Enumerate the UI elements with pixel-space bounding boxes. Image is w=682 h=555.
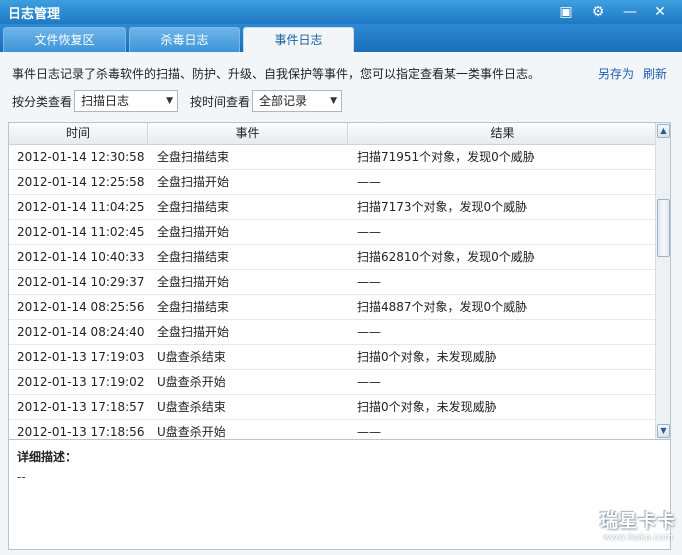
cell-result: —— bbox=[357, 175, 381, 189]
detail-pane: 详细描述： -- bbox=[8, 440, 671, 550]
time-select[interactable]: 全部记录 ▼ bbox=[252, 90, 342, 112]
cell-event: 全盘扫描开始 bbox=[157, 275, 230, 289]
cell-time: 2012-01-13 17:18:56 bbox=[17, 425, 145, 439]
table-row[interactable]: 2012-01-14 10:40:33 全盘扫描结束 扫描62810个对象，发现0个… bbox=[9, 245, 657, 270]
event-table: 时间 事件 结果 2012-01-14 12:30:58 全盘扫描结束 扫描7195… bbox=[8, 122, 671, 440]
minimize-button[interactable]: — bbox=[620, 2, 640, 22]
cell-event: 全盘扫描开始 bbox=[157, 175, 230, 189]
tab-antivirus-log[interactable]: 杀毒日志 bbox=[129, 27, 240, 52]
scroll-thumb[interactable] bbox=[657, 199, 670, 257]
table-row[interactable]: 2012-01-14 08:24:40 全盘扫描开始 —— bbox=[9, 320, 657, 345]
detail-value: -- bbox=[17, 470, 26, 484]
tab-bar: 文件恢复区 杀毒日志 事件日志 bbox=[0, 24, 682, 52]
detail-label: 详细描述： bbox=[17, 450, 78, 464]
cell-time: 2012-01-14 12:30:58 bbox=[17, 150, 145, 164]
cell-event: 全盘扫描开始 bbox=[157, 325, 230, 339]
cell-result: 扫描0个对象，未发现威胁 bbox=[357, 350, 497, 364]
cell-time: 2012-01-14 10:29:37 bbox=[17, 275, 145, 289]
table-row[interactable]: 2012-01-14 12:30:58 全盘扫描结束 扫描71951个对象，发现0个… bbox=[9, 145, 657, 170]
watermark-url: www.ikaka.com bbox=[603, 533, 673, 543]
cell-event: 全盘扫描结束 bbox=[157, 200, 230, 214]
window-title: 日志管理 bbox=[8, 7, 61, 22]
close-button[interactable]: ✕ bbox=[650, 2, 670, 22]
cell-result: 扫描0个对象，未发现威胁 bbox=[357, 400, 497, 414]
tab-file-recovery[interactable]: 文件恢复区 bbox=[3, 27, 126, 52]
cell-result: —— bbox=[357, 225, 381, 239]
table-header: 时间 事件 结果 bbox=[9, 123, 657, 145]
table-row[interactable]: 2012-01-14 11:02:45 全盘扫描开始 —— bbox=[9, 220, 657, 245]
title-bar: 日志管理 ▣ ⚙ — ✕ bbox=[0, 0, 682, 24]
scroll-down-icon[interactable]: ▼ bbox=[657, 424, 670, 438]
cell-event: 全盘扫描结束 bbox=[157, 250, 230, 264]
category-select[interactable]: 扫描日志 ▼ bbox=[74, 90, 178, 112]
time-select-value: 全部记录 bbox=[259, 94, 308, 108]
cell-event: 全盘扫描结束 bbox=[157, 300, 230, 314]
cell-time: 2012-01-14 11:02:45 bbox=[17, 225, 145, 239]
column-header-result[interactable]: 结果 bbox=[348, 123, 657, 145]
watermark-logo: 瑞星卡卡 www.ikaka.com bbox=[600, 507, 676, 543]
cell-time: 2012-01-14 11:04:25 bbox=[17, 200, 145, 214]
category-select-value: 扫描日志 bbox=[81, 94, 130, 108]
category-filter-label: 按分类查看 bbox=[12, 95, 73, 109]
cell-event: U盘查杀开始 bbox=[157, 375, 226, 389]
time-filter-label: 按时间查看 bbox=[190, 95, 251, 109]
cell-result: 扫描4887个对象，发现0个威胁 bbox=[357, 300, 528, 314]
chevron-down-icon: ▼ bbox=[166, 96, 173, 106]
cell-event: 全盘扫描开始 bbox=[157, 225, 230, 239]
cell-event: U盘查杀开始 bbox=[157, 425, 226, 439]
cell-result: 扫描7173个对象，发现0个威胁 bbox=[357, 200, 528, 214]
cell-time: 2012-01-14 08:24:40 bbox=[17, 325, 145, 339]
cell-time: 2012-01-13 17:19:02 bbox=[17, 375, 145, 389]
watermark-title: 瑞星卡卡 bbox=[600, 511, 676, 532]
cell-result: 扫描62810个对象，发现0个威胁 bbox=[357, 250, 535, 264]
cell-time: 2012-01-14 12:25:58 bbox=[17, 175, 145, 189]
cell-time: 2012-01-14 10:40:33 bbox=[17, 250, 145, 264]
column-header-time[interactable]: 时间 bbox=[9, 123, 148, 145]
cell-event: U盘查杀结束 bbox=[157, 350, 226, 364]
cell-result: —— bbox=[357, 375, 381, 389]
table-row[interactable]: 2012-01-14 08:25:56 全盘扫描结束 扫描4887个对象，发现0个威… bbox=[9, 295, 657, 320]
cell-result: —— bbox=[357, 325, 381, 339]
cell-time: 2012-01-13 17:19:03 bbox=[17, 350, 145, 364]
vertical-scrollbar[interactable]: ▲ ▼ bbox=[655, 123, 670, 439]
column-header-event[interactable]: 事件 bbox=[148, 123, 348, 145]
scroll-up-icon[interactable]: ▲ bbox=[657, 124, 670, 138]
cell-result: —— bbox=[357, 425, 381, 439]
menu-icon[interactable]: ▣ bbox=[556, 2, 576, 22]
cell-event: 全盘扫描结束 bbox=[157, 150, 230, 164]
cell-result: —— bbox=[357, 275, 381, 289]
table-body: 2012-01-14 12:30:58 全盘扫描结束 扫描71951个对象，发现0个… bbox=[9, 145, 657, 439]
table-row[interactable]: 2012-01-14 12:25:58 全盘扫描开始 —— bbox=[9, 170, 657, 195]
table-row[interactable]: 2012-01-14 10:29:37 全盘扫描开始 —— bbox=[9, 270, 657, 295]
save-as-link[interactable]: 另存为 bbox=[598, 65, 634, 82]
cell-result: 扫描71951个对象，发现0个威胁 bbox=[357, 150, 535, 164]
gear-icon[interactable]: ⚙ bbox=[588, 2, 608, 22]
cell-event: U盘查杀结束 bbox=[157, 400, 226, 414]
table-row[interactable]: 2012-01-13 17:18:56 U盘查杀开始 —— bbox=[9, 420, 657, 439]
table-row[interactable]: 2012-01-13 17:19:02 U盘查杀开始 —— bbox=[9, 370, 657, 395]
refresh-link[interactable]: 刷新 bbox=[643, 65, 667, 82]
table-row[interactable]: 2012-01-14 11:04:25 全盘扫描结束 扫描7173个对象，发现0个威… bbox=[9, 195, 657, 220]
cell-time: 2012-01-14 08:25:56 bbox=[17, 300, 145, 314]
chevron-down-icon: ▼ bbox=[330, 96, 337, 106]
description-text: 事件日志记录了杀毒软件的扫描、防护、升级、自我保护等事件，您可以指定查看某一类事… bbox=[12, 67, 541, 81]
tab-event-log[interactable]: 事件日志 bbox=[243, 27, 354, 52]
table-row[interactable]: 2012-01-13 17:19:03 U盘查杀结束 扫描0个对象，未发现威胁 bbox=[9, 345, 657, 370]
table-row[interactable]: 2012-01-13 17:18:57 U盘查杀结束 扫描0个对象，未发现威胁 bbox=[9, 395, 657, 420]
cell-time: 2012-01-13 17:18:57 bbox=[17, 400, 145, 414]
event-log-panel: 事件日志记录了杀毒软件的扫描、防护、升级、自我保护等事件，您可以指定查看某一类事… bbox=[0, 52, 682, 555]
